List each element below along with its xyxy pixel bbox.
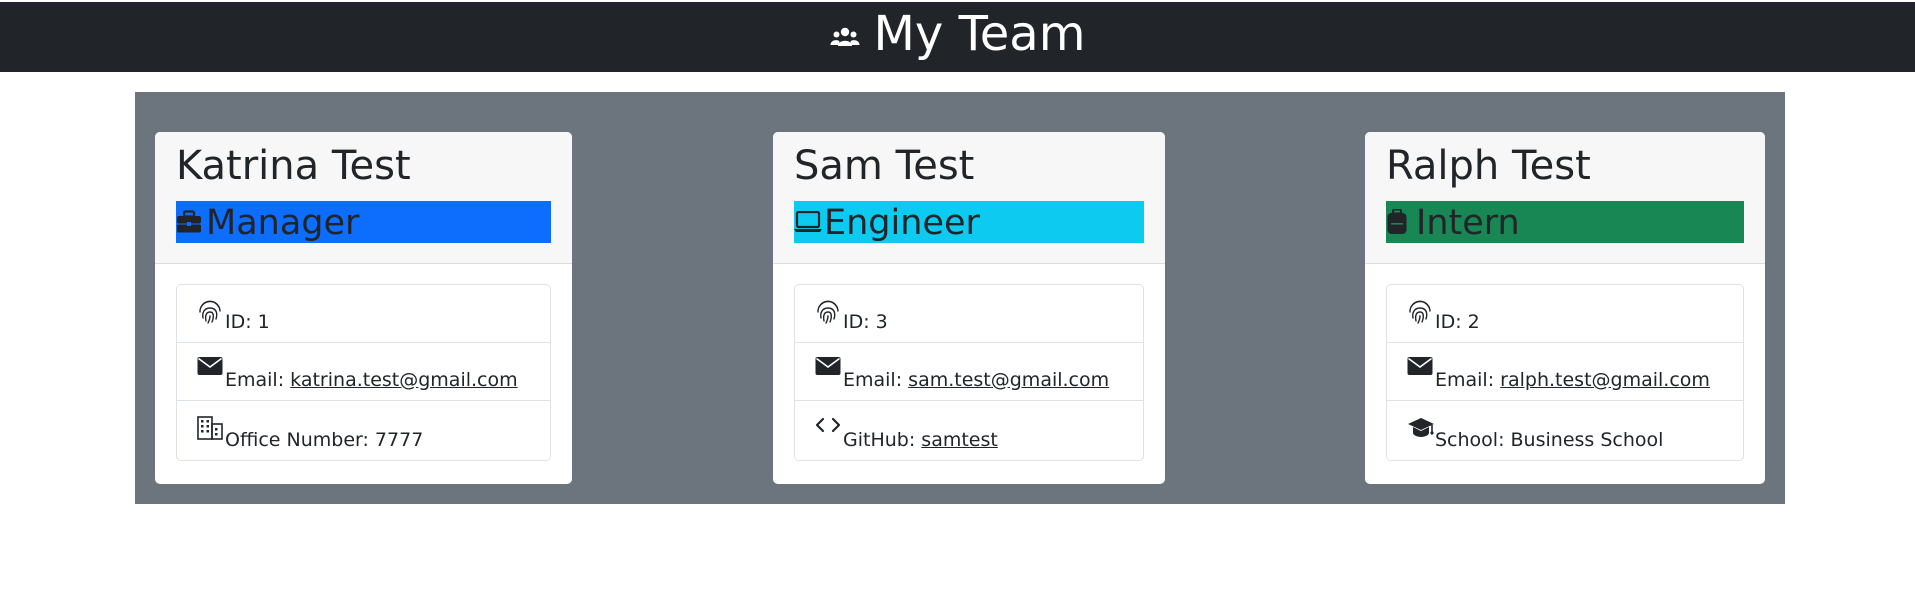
list-item-email: Email: katrina.test@gmail.com (177, 343, 550, 401)
email-label: Email: (1435, 369, 1495, 391)
role-label: Manager (206, 202, 360, 243)
fingerprint-icon (197, 298, 225, 326)
envelope-icon (1407, 356, 1435, 384)
email-label: Email: (843, 369, 903, 391)
users-icon (830, 27, 860, 47)
details-list: ID: 2 Email: ralph.test@gmail.com School… (1386, 284, 1744, 461)
briefcase-icon (176, 207, 206, 237)
list-item-id: ID: 3 (795, 285, 1143, 343)
role-badge: Engineer (794, 201, 1144, 243)
page-title: My Team (873, 6, 1086, 62)
school-label: School: Business School (1435, 429, 1664, 451)
employee-id: ID: 2 (1435, 311, 1480, 333)
graduation-cap-icon (1407, 416, 1435, 444)
list-item-email: Email: ralph.test@gmail.com (1387, 343, 1743, 401)
employee-id: ID: 3 (843, 311, 888, 333)
office-number: Office Number: 7777 (225, 429, 424, 451)
employee-name: Sam Test (794, 143, 975, 189)
building-icon (197, 416, 225, 444)
employee-card-engineer: Sam Test Engineer ID: 3 Email: sam.test@… (773, 132, 1165, 484)
email-label: Email: (225, 369, 285, 391)
code-icon (815, 416, 843, 444)
card-body: ID: 1 Email: katrina.test@gmail.com Offi… (155, 264, 572, 461)
fingerprint-icon (815, 298, 843, 326)
card-header: Ralph Test Intern (1365, 132, 1765, 264)
card-body: ID: 3 Email: sam.test@gmail.com GitHub: … (773, 264, 1165, 461)
list-item-email: Email: sam.test@gmail.com (795, 343, 1143, 401)
card-header: Sam Test Engineer (773, 132, 1165, 264)
envelope-icon (815, 356, 843, 384)
role-badge: Intern (1386, 201, 1744, 243)
list-item-office: Office Number: 7777 (177, 401, 550, 460)
role-label: Intern (1416, 202, 1520, 243)
laptop-icon (794, 207, 824, 237)
card-header: Katrina Test Manager (155, 132, 572, 264)
fingerprint-icon (1407, 298, 1435, 326)
list-item-github: GitHub: samtest (795, 401, 1143, 460)
details-list: ID: 1 Email: katrina.test@gmail.com Offi… (176, 284, 551, 461)
role-badge: Manager (176, 201, 551, 243)
header-title-group: My Team (830, 6, 1086, 62)
card-body: ID: 2 Email: ralph.test@gmail.com School… (1365, 264, 1765, 461)
email-link[interactable]: sam.test@gmail.com (908, 371, 1109, 390)
envelope-icon (197, 356, 225, 384)
employee-card-intern: Ralph Test Intern ID: 2 Email: ralph.tes… (1365, 132, 1765, 484)
top-navbar: My Team (0, 2, 1915, 72)
employee-name: Katrina Test (176, 143, 411, 189)
github-label: GitHub: (843, 429, 916, 451)
github-link[interactable]: samtest (921, 431, 998, 450)
email-link[interactable]: katrina.test@gmail.com (290, 371, 517, 390)
list-item-school: School: Business School (1387, 401, 1743, 460)
email-link[interactable]: ralph.test@gmail.com (1500, 371, 1710, 390)
details-list: ID: 3 Email: sam.test@gmail.com GitHub: … (794, 284, 1144, 461)
employee-id: ID: 1 (225, 311, 270, 333)
list-item-id: ID: 2 (1387, 285, 1743, 343)
backpack-icon (1386, 207, 1416, 237)
employee-card-manager: Katrina Test Manager ID: 1 Email: katrin… (155, 132, 572, 484)
employee-name: Ralph Test (1386, 143, 1591, 189)
list-item-id: ID: 1 (177, 285, 550, 343)
role-label: Engineer (824, 202, 980, 243)
team-panel: Katrina Test Manager ID: 1 Email: katrin… (135, 92, 1785, 504)
